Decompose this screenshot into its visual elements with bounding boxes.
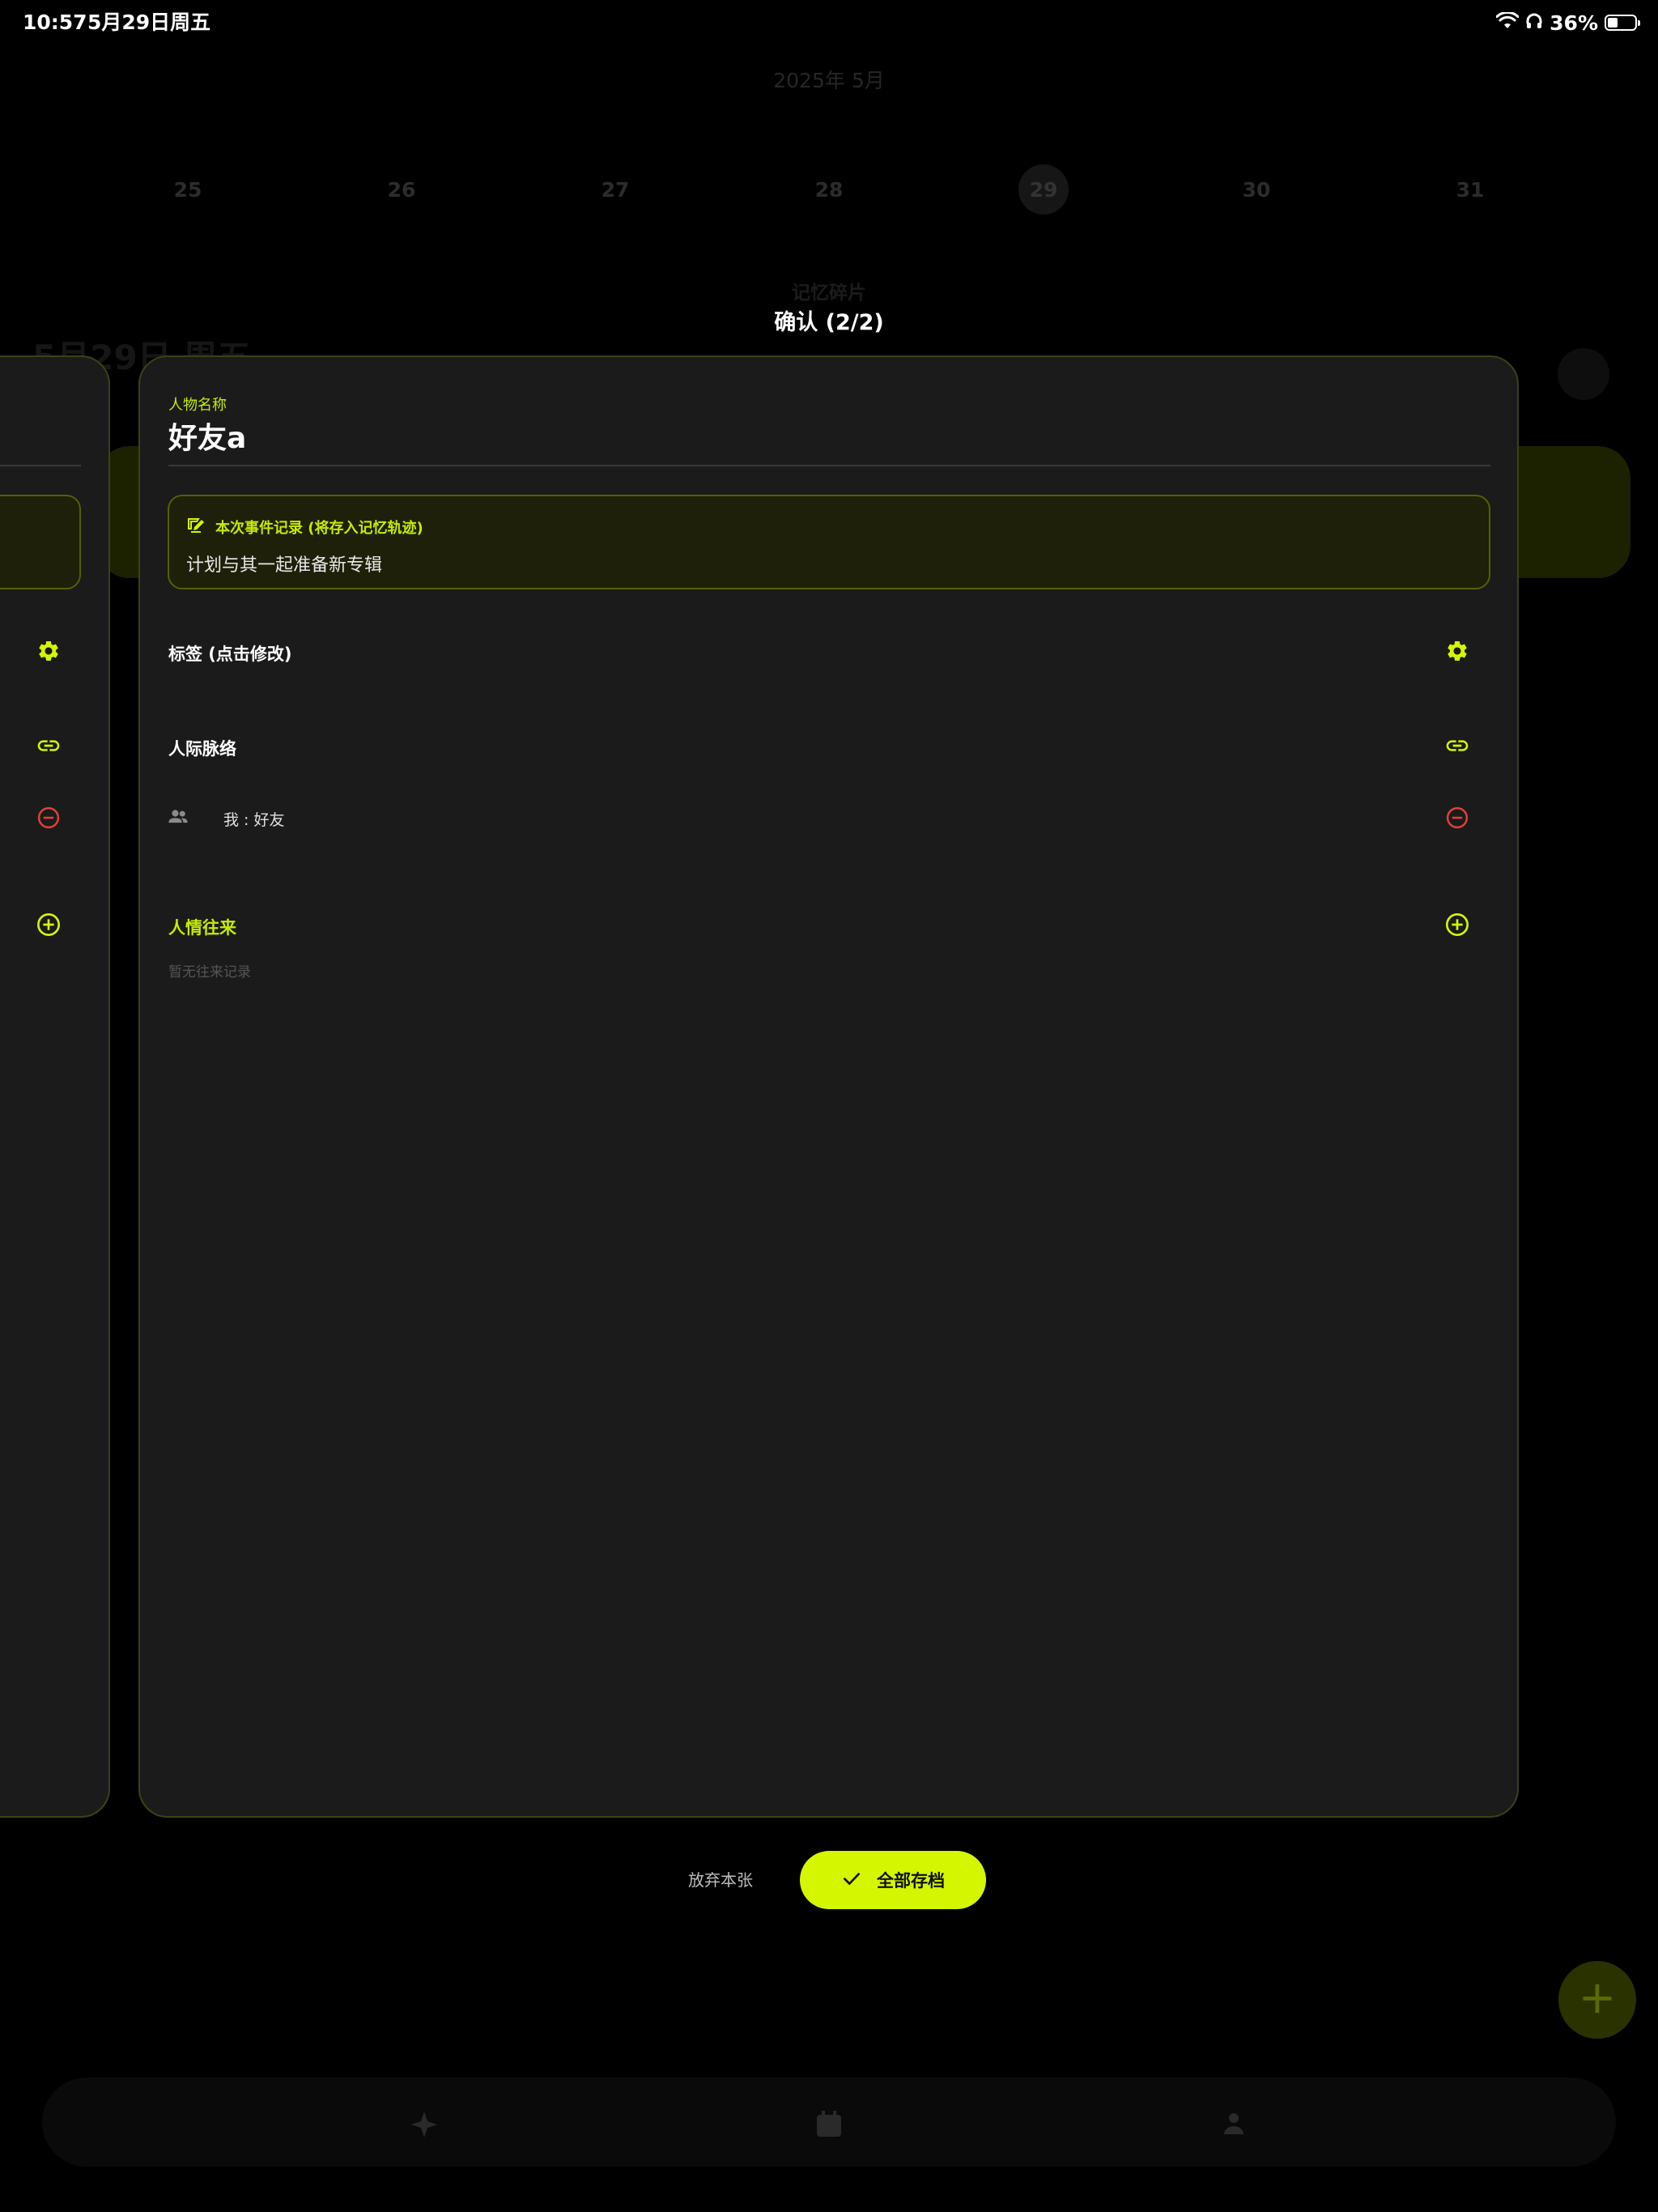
name-field-label: 人物名称 bbox=[168, 397, 227, 414]
tab-bar bbox=[42, 2078, 1616, 2167]
plus-icon: + bbox=[1578, 1972, 1617, 2024]
dialog-title: 确认 (2/2) bbox=[774, 310, 884, 335]
calendar-day[interactable]: 28 bbox=[797, 170, 861, 211]
battery-icon bbox=[1605, 15, 1640, 31]
star-icon[interactable] bbox=[408, 2108, 440, 2144]
calendar-day[interactable]: 30 bbox=[1224, 170, 1289, 211]
wifi-icon bbox=[1495, 11, 1520, 35]
status-indicators: 36% bbox=[1495, 10, 1640, 36]
network-label: 人际脉络 bbox=[168, 739, 236, 759]
previous-card-divider bbox=[0, 465, 81, 466]
previous-card-event-box bbox=[0, 495, 81, 589]
event-record-header: 本次事件记录 (将存入记忆轨迹) bbox=[186, 515, 423, 538]
memory-fragment-tag: 记忆碎片 bbox=[792, 283, 866, 304]
check-icon bbox=[841, 1868, 862, 1893]
status-time: 10:57 bbox=[23, 11, 87, 34]
calendar-day[interactable]: 26 bbox=[369, 170, 434, 211]
person-icon[interactable] bbox=[1219, 2108, 1248, 2141]
battery-level bbox=[1608, 18, 1618, 28]
minus-circle-icon[interactable] bbox=[1441, 802, 1473, 834]
exchange-label: 人情往来 bbox=[168, 918, 236, 938]
calendar-month-title: 2025年 5月 bbox=[773, 69, 885, 92]
people-icon bbox=[167, 805, 189, 831]
calendar-day[interactable]: 25 bbox=[155, 170, 220, 211]
event-record-text[interactable]: 计划与其一起准备新专辑 bbox=[186, 551, 382, 576]
gear-icon[interactable] bbox=[1441, 635, 1473, 667]
document-edit-icon bbox=[186, 515, 206, 538]
add-fab-button[interactable]: + bbox=[1558, 1961, 1636, 2039]
name-field-underline bbox=[168, 465, 1490, 466]
previous-card-gear-icon[interactable] bbox=[32, 635, 65, 667]
link-icon[interactable] bbox=[1441, 730, 1473, 762]
previous-card-plus-circle-icon[interactable] bbox=[32, 908, 65, 941]
app-root: 10:57 5月29日周五 36% 2025年 5月 25 26 27 28 2… bbox=[0, 0, 1658, 2212]
discard-button[interactable]: 放弃本张 bbox=[672, 1865, 769, 1895]
save-all-button[interactable]: 全部存档 bbox=[800, 1851, 986, 1909]
calendar-day[interactable]: 31 bbox=[1438, 170, 1503, 211]
name-field-input[interactable]: 好友a bbox=[168, 415, 246, 457]
previous-card-link-icon[interactable] bbox=[32, 730, 65, 762]
event-record-title: 本次事件记录 (将存入记忆轨迹) bbox=[215, 519, 423, 537]
headphones-icon bbox=[1525, 11, 1543, 35]
save-all-label: 全部存档 bbox=[877, 1871, 945, 1891]
battery-percent: 36% bbox=[1550, 11, 1598, 35]
status-date: 5月29日周五 bbox=[87, 11, 211, 34]
exchange-empty-text: 暂无往来记录 bbox=[168, 964, 251, 981]
previous-card-minus-circle-icon[interactable] bbox=[32, 802, 65, 834]
calendar-icon[interactable] bbox=[813, 2108, 845, 2144]
plus-circle-icon[interactable] bbox=[1441, 908, 1473, 941]
calendar-day-selected[interactable]: 29 bbox=[1011, 170, 1076, 211]
relation-text: 我 : 好友 bbox=[223, 811, 285, 829]
tags-label[interactable]: 标签 (点击修改) bbox=[168, 641, 292, 666]
calendar-week-row: 25 26 27 28 29 30 31 bbox=[0, 170, 1658, 211]
calendar-button[interactable] bbox=[1558, 348, 1609, 400]
calendar-day[interactable]: 27 bbox=[583, 170, 648, 211]
